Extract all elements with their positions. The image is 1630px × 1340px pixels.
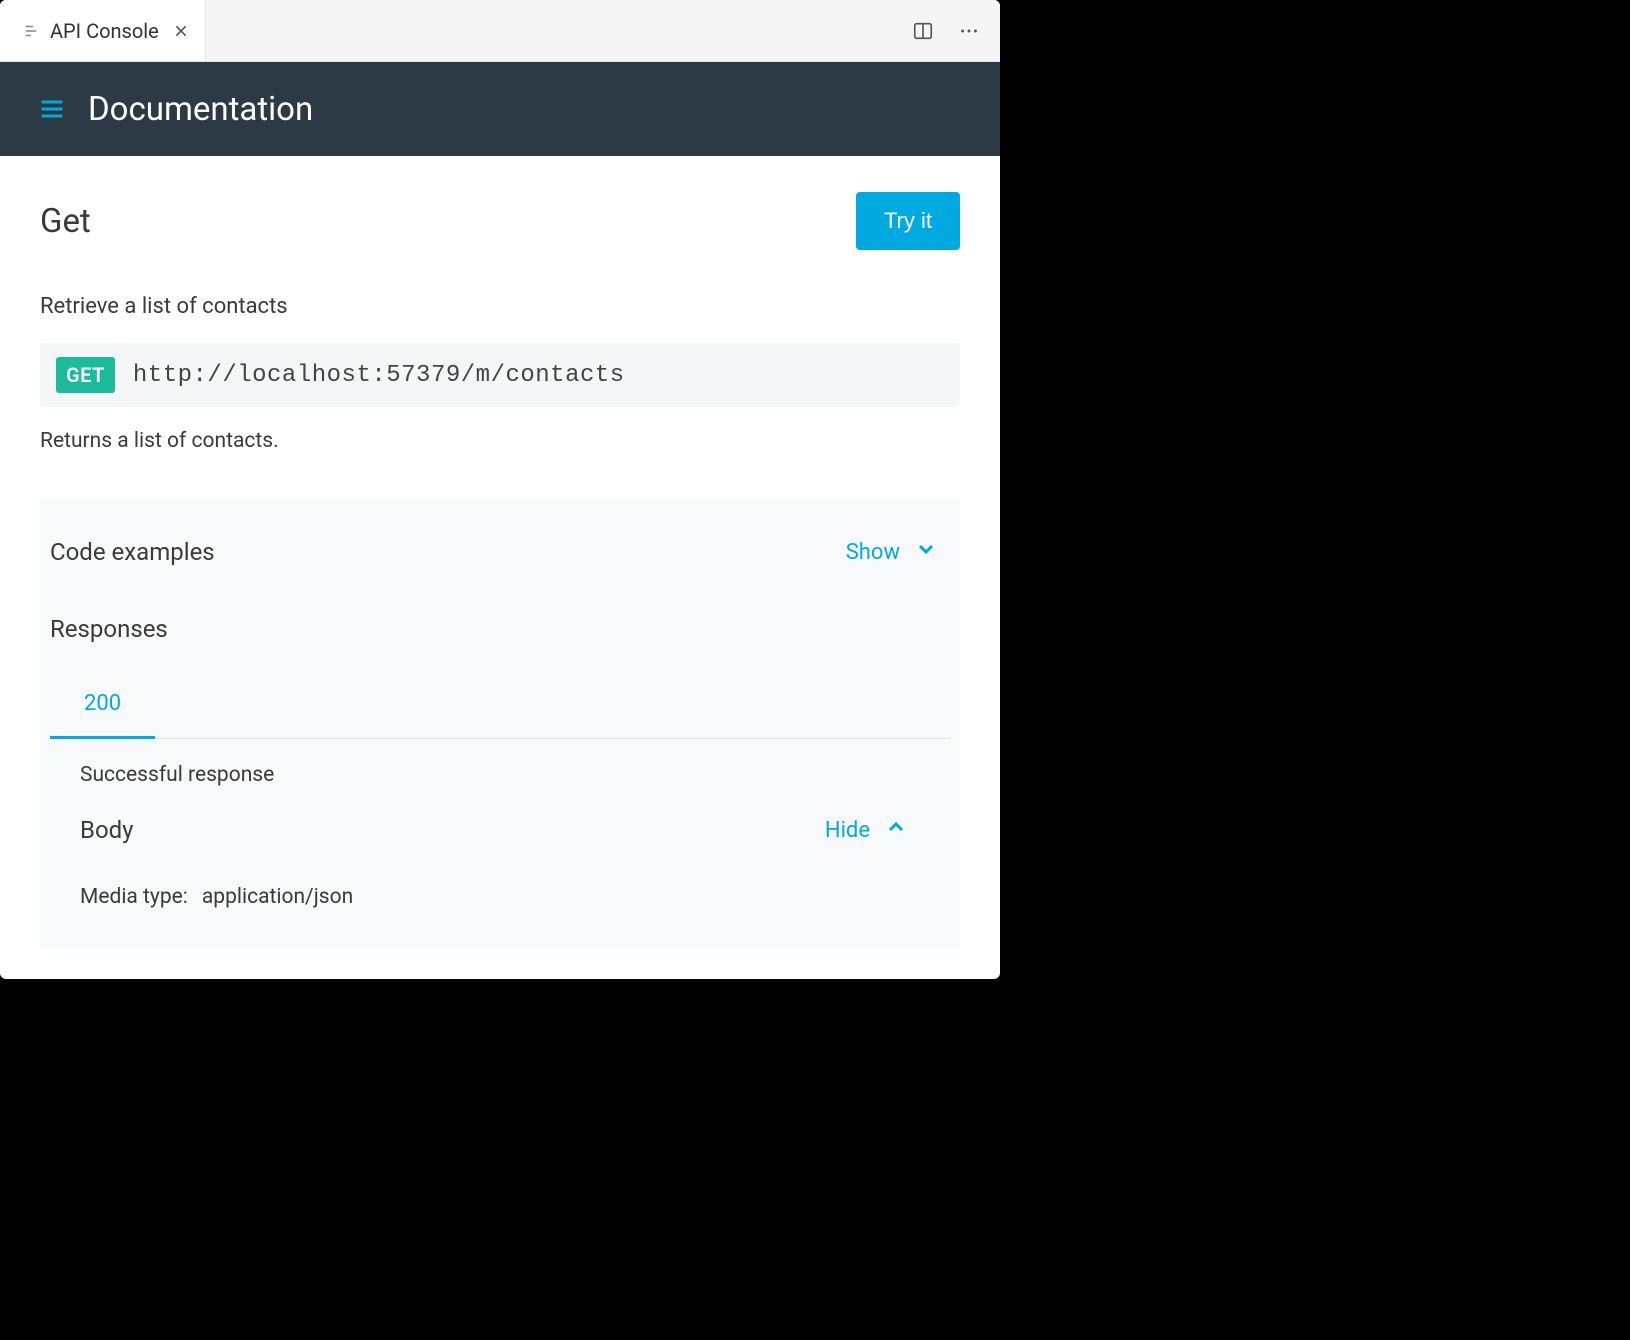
hide-toggle[interactable]: Hide [825, 815, 908, 845]
responses-section: Responses 200 Successful response Body H… [50, 585, 950, 927]
http-method-badge: GET [56, 357, 115, 393]
body-row: Body Hide [80, 815, 920, 845]
show-toggle[interactable]: Show [846, 537, 938, 567]
endpoint-description: Returns a list of contacts. [40, 429, 960, 453]
tab-status-200[interactable]: 200 [50, 671, 155, 739]
tab-bar-actions [908, 16, 984, 46]
media-type-label: Media type: [80, 885, 188, 909]
code-examples-heading: Code examples [50, 538, 215, 566]
main-content: Get Try it Retrieve a list of contacts G… [0, 156, 1000, 949]
page-subtitle: Retrieve a list of contacts [40, 294, 960, 319]
endpoint-url: http://localhost:57379/m/contacts [133, 362, 625, 389]
chevron-up-icon [884, 815, 908, 845]
endpoint-bar: GET http://localhost:57379/m/contacts [40, 343, 960, 407]
chevron-down-icon [914, 537, 938, 567]
details-panel: Code examples Show Responses [40, 497, 960, 949]
try-it-button[interactable]: Try it [856, 192, 960, 250]
header-title: Documentation [88, 90, 313, 129]
menu-icon[interactable] [38, 95, 66, 123]
responses-heading: Responses [50, 615, 168, 643]
response-tabs: 200 [50, 671, 950, 739]
split-pane-icon[interactable] [908, 16, 938, 46]
code-examples-section: Code examples Show [50, 507, 950, 585]
document-icon [22, 22, 40, 40]
page-title: Get [40, 202, 91, 241]
tab-api-console[interactable]: API Console [0, 0, 206, 61]
app-header: Documentation [0, 62, 1000, 156]
media-type-value: application/json [202, 885, 353, 909]
response-block: Successful response Body Hide [50, 739, 950, 909]
response-description: Successful response [80, 763, 920, 787]
body-heading: Body [80, 816, 134, 844]
hide-label: Hide [825, 818, 870, 843]
media-type-row: Media type: application/json [80, 885, 920, 909]
tab-bar: API Console [0, 0, 1000, 62]
title-row: Get Try it [40, 192, 960, 250]
app-frame: API Console [0, 0, 1000, 979]
tab-label: API Console [50, 19, 159, 43]
close-icon[interactable] [173, 23, 189, 39]
more-icon[interactable] [954, 16, 984, 46]
show-label: Show [846, 540, 900, 565]
